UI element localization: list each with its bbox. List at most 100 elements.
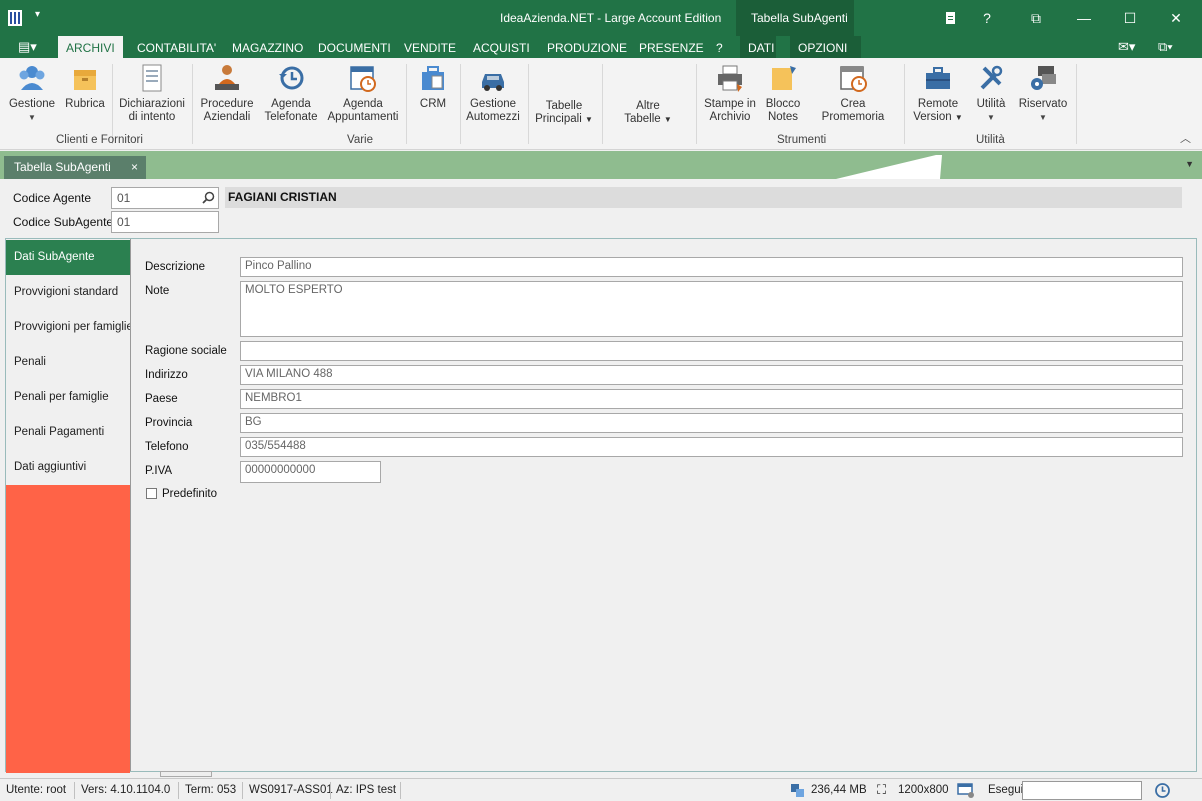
automezzi-button[interactable]: Gestione Automezzi	[464, 62, 522, 124]
history-icon	[279, 66, 304, 90]
sidebar-item-penali-pagamenti[interactable]: Penali Pagamenti	[6, 415, 130, 450]
procedure-button[interactable]: Procedure Aziendali	[198, 62, 256, 124]
sidebar-item-penali-famiglie[interactable]: Penali per famiglie	[6, 380, 130, 415]
ribbon-separator	[904, 64, 905, 144]
tab-magazzino[interactable]: MAGAZZINO	[224, 36, 311, 58]
gestione-label: Gestione	[8, 98, 56, 110]
paese-field[interactable]: NEMBRO1	[240, 389, 1183, 409]
sidebar: Dati SubAgente Provvigioni standard Prov…	[6, 239, 133, 773]
status-separator	[178, 782, 179, 799]
riservato-label: Riservato	[1018, 98, 1068, 110]
automezzi-label: Gestione Automezzi	[466, 98, 520, 123]
ragione-sociale-field[interactable]	[240, 341, 1183, 361]
layout-icon[interactable]: ⧉▾	[1158, 39, 1173, 55]
tab-archivi[interactable]: ARCHIVI	[58, 36, 123, 59]
collapse-ribbon-icon[interactable]: ︿	[1180, 130, 1191, 146]
altre-tabelle-button[interactable]: Altre Tabelle ▼	[618, 100, 678, 126]
tab-list-dropdown-icon[interactable]: ▼	[1185, 159, 1194, 169]
sidebar-item-dati-aggiuntivi[interactable]: Dati aggiuntivi	[6, 450, 130, 485]
procedure-label: Procedure Aziendali	[200, 98, 254, 123]
close-tab-icon[interactable]: ×	[131, 160, 138, 174]
clock-icon[interactable]	[1154, 782, 1171, 799]
close-button[interactable]: ✕	[1153, 0, 1199, 36]
predefinito-checkbox[interactable]	[146, 488, 157, 499]
agenda-appuntamenti-button[interactable]: Agenda Appuntamenti	[326, 62, 400, 124]
sidebar-item-provvigioni-famiglie[interactable]: Provvigioni per famiglie	[6, 310, 133, 345]
sidebar-item-provvigioni-standard[interactable]: Provvigioni standard	[6, 275, 130, 310]
tab-help[interactable]: ?	[708, 36, 731, 58]
maximize-button[interactable]: ☐	[1107, 0, 1153, 36]
tab-documenti[interactable]: DOCUMENTI	[310, 36, 399, 58]
telefono-label: Telefono	[145, 441, 189, 453]
ragione-sociale-label: Ragione sociale	[145, 345, 227, 357]
tab-vendite[interactable]: VENDITE	[396, 36, 464, 58]
agenda-telefonate-button[interactable]: Agenda Telefonate	[262, 62, 320, 124]
esegui-input[interactable]	[1022, 781, 1142, 800]
main-panel: Dati SubAgente Provvigioni standard Prov…	[5, 238, 1197, 773]
rubrica-button[interactable]: Rubrica	[62, 62, 108, 111]
crea-promemoria-label: Crea Promemoria	[821, 98, 885, 123]
descrizione-field[interactable]: Pinco Pallino	[240, 257, 1183, 277]
person-desk-icon	[215, 65, 239, 90]
quick-access-dropdown-icon[interactable]: ▾	[35, 9, 40, 20]
chevron-down-icon: ▼	[1039, 113, 1047, 122]
briefcase-docs-icon	[422, 66, 444, 90]
minimize-button[interactable]: —	[1061, 0, 1107, 36]
tab-presenze[interactable]: PRESENZE	[631, 36, 712, 58]
ribbon-separator	[696, 64, 697, 144]
indirizzo-label: Indirizzo	[145, 369, 188, 381]
group-clienti-fornitori: Clienti e Fornitori	[56, 134, 143, 146]
crea-promemoria-button[interactable]: Crea Promemoria	[808, 62, 898, 124]
telefono-field[interactable]: 035/554488	[240, 437, 1183, 457]
document-tab[interactable]: Tabella SubAgenti ×	[4, 156, 146, 179]
document-icon	[142, 64, 162, 92]
provincia-label: Provincia	[145, 417, 193, 429]
ribbon-separator	[1076, 64, 1077, 144]
screen-settings-icon[interactable]	[957, 783, 975, 798]
note-field[interactable]: MOLTO ESPERTO	[240, 281, 1183, 337]
note-label: Note	[145, 285, 170, 297]
tab-produzione[interactable]: PRODUZIONE	[539, 36, 635, 58]
horizontal-scrollbar[interactable]	[160, 771, 212, 777]
dichiarazioni-button[interactable]: Dichiarazioni di intento	[118, 62, 186, 124]
ribbon-separator	[528, 64, 529, 144]
codice-agente-value: 01	[117, 191, 131, 205]
box-icon	[74, 70, 96, 90]
riservato-button[interactable]: Riservato ▼	[1016, 62, 1070, 124]
app-logo-icon[interactable]	[8, 10, 22, 26]
agent-header: Codice Agente 01 FAGIANI CRISTIAN Codice…	[5, 180, 1197, 238]
mail-icon[interactable]: ✉▾	[1118, 39, 1135, 55]
restore-ribbon-button[interactable]: ⧉	[1013, 0, 1059, 36]
crm-button[interactable]: CRM	[412, 62, 454, 111]
sidebar-item-dati-subagente[interactable]: Dati SubAgente	[6, 240, 130, 275]
help-button[interactable]: ?	[964, 0, 1010, 36]
codice-subagente-field[interactable]: 01	[111, 211, 219, 233]
piva-field[interactable]: 00000000000	[240, 461, 381, 483]
gestione-button[interactable]: Gestione ▼	[8, 62, 56, 124]
status-separator	[330, 782, 331, 799]
file-menu-icon[interactable]: ▤▾	[18, 39, 37, 55]
utilita-label: Utilità	[976, 98, 1006, 110]
tabelle-principali-button[interactable]: Tabelle Principali ▼	[534, 100, 594, 126]
status-bar: Utente: root Vers: 4.10.1104.0 Term: 053…	[0, 778, 1202, 801]
codice-agente-field[interactable]: 01	[111, 187, 219, 209]
sidebar-item-penali[interactable]: Penali	[6, 345, 130, 380]
tab-opzioni[interactable]: OPZIONI	[790, 36, 862, 58]
chevron-down-icon: ▼	[663, 115, 672, 124]
status-separator	[74, 782, 75, 799]
provincia-field[interactable]: BG	[240, 413, 1183, 433]
indirizzo-field[interactable]: VIA MILANO 488	[240, 365, 1183, 385]
tab-dati[interactable]: DATI	[740, 36, 776, 58]
blocco-notes-label: Blocco Notes	[765, 98, 801, 123]
search-icon[interactable]	[202, 191, 215, 204]
utilita-button[interactable]: Utilità ▼	[968, 62, 1014, 124]
stampe-archivio-button[interactable]: Stampe in Archivio	[702, 62, 758, 124]
stampe-archivio-label: Stampe in Archivio	[704, 98, 756, 123]
tab-acquisti[interactable]: ACQUISTI	[465, 36, 538, 58]
remote-version-button[interactable]: Remote Version ▼	[910, 62, 966, 124]
group-varie: Varie	[347, 134, 373, 146]
tab-contabilita[interactable]: CONTABILITA'	[129, 36, 224, 58]
gear-windows-icon	[1031, 66, 1056, 90]
window-title: IdeaAzienda.NET - Large Account Edition	[500, 11, 722, 25]
blocco-notes-button[interactable]: Blocco Notes	[762, 62, 804, 124]
